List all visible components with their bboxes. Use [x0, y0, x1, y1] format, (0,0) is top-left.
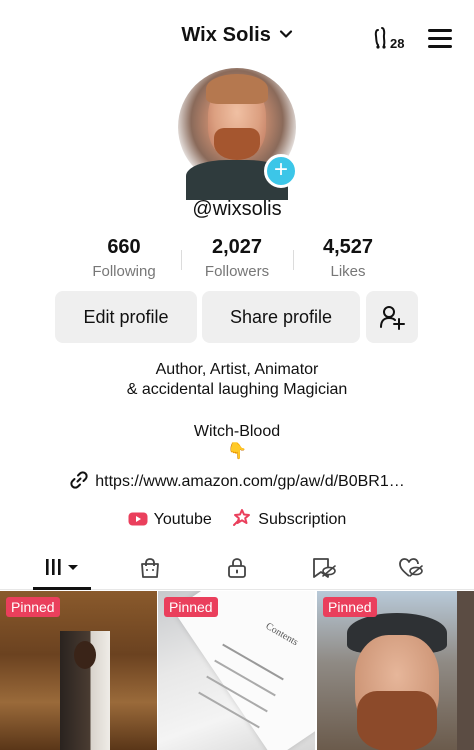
hamburger-menu-icon[interactable] — [426, 26, 454, 50]
profile-bio: Author, Artist, Animator & accidental la… — [0, 360, 474, 462]
pinned-badge: Pinned — [323, 597, 377, 617]
stat-value: 660 — [107, 236, 141, 258]
stat-label: Followers — [204, 263, 270, 280]
stat-followers[interactable]: 2,027 Followers — [177, 236, 297, 280]
add-friend-icon — [380, 306, 405, 330]
subscription-link[interactable]: Subscription — [232, 507, 346, 529]
friends-count: 28 — [390, 36, 405, 51]
pinned-badge: Pinned — [164, 597, 218, 617]
stat-following[interactable]: 660 Following — [64, 236, 184, 280]
stat-label: Likes — [330, 263, 366, 280]
video-grid: Pinned Contents Pinned Pinned — [0, 591, 474, 750]
profile-handle: @wixsolis — [192, 198, 282, 220]
link-icon — [70, 471, 88, 489]
share-profile-button[interactable]: Share profile — [202, 291, 360, 343]
bio-line: Witch-Blood — [193, 423, 281, 440]
shopping-bag-icon — [141, 558, 159, 578]
youtube-icon — [128, 512, 148, 526]
hidden-repost-icon — [313, 558, 336, 578]
chevron-down-icon — [279, 30, 292, 38]
profile-stats: 660 Following 2,027 Followers 4,527 Like… — [0, 236, 474, 286]
tab-liked[interactable] — [380, 548, 440, 590]
video-thumbnail[interactable]: Pinned — [0, 591, 157, 750]
social-links: Youtube Subscription — [0, 507, 474, 529]
active-tab-indicator — [33, 587, 91, 590]
subscription-icon — [233, 509, 251, 526]
bio-line: & accidental laughing Magician — [126, 381, 348, 398]
subscription-label: Subscription — [258, 511, 347, 528]
pointing-down-emoji: 👇 — [227, 443, 247, 460]
link-url: https://www.amazon.com/gp/aw/d/B0BR1… — [95, 473, 405, 490]
tab-private[interactable] — [207, 548, 267, 590]
username-title: Wix Solis — [181, 24, 271, 46]
top-bar: Wix Solis 28 — [0, 0, 474, 76]
tab-videos[interactable] — [34, 548, 94, 590]
pinned-badge: Pinned — [6, 597, 60, 617]
profile-avatar[interactable]: + — [178, 68, 298, 200]
video-thumbnail[interactable]: Contents Pinned — [158, 591, 315, 750]
grid-bars-icon — [46, 559, 78, 575]
video-thumbnail[interactable]: Pinned — [317, 591, 474, 750]
profile-actions: Edit profile Share profile — [0, 291, 474, 343]
stat-label: Following — [92, 263, 156, 280]
add-friend-button[interactable] — [366, 291, 418, 343]
tab-reposts[interactable] — [293, 548, 353, 590]
tab-shop[interactable] — [120, 548, 180, 590]
lock-icon — [228, 558, 246, 578]
youtube-link[interactable]: Youtube — [128, 511, 212, 529]
hidden-heart-icon — [399, 558, 423, 577]
plus-icon[interactable]: + — [264, 154, 298, 188]
profile-link[interactable]: https://www.amazon.com/gp/aw/d/B0BR1… — [0, 470, 474, 491]
youtube-label: Youtube — [153, 511, 212, 528]
edit-profile-button[interactable]: Edit profile — [55, 291, 197, 343]
content-tabs — [0, 548, 474, 590]
stat-value: 2,027 — [211, 236, 263, 258]
friends-button[interactable]: 28 — [372, 24, 412, 54]
stat-likes[interactable]: 4,527 Likes — [288, 236, 408, 280]
stat-value: 4,527 — [322, 236, 374, 258]
bio-line: Author, Artist, Animator — [155, 361, 319, 378]
